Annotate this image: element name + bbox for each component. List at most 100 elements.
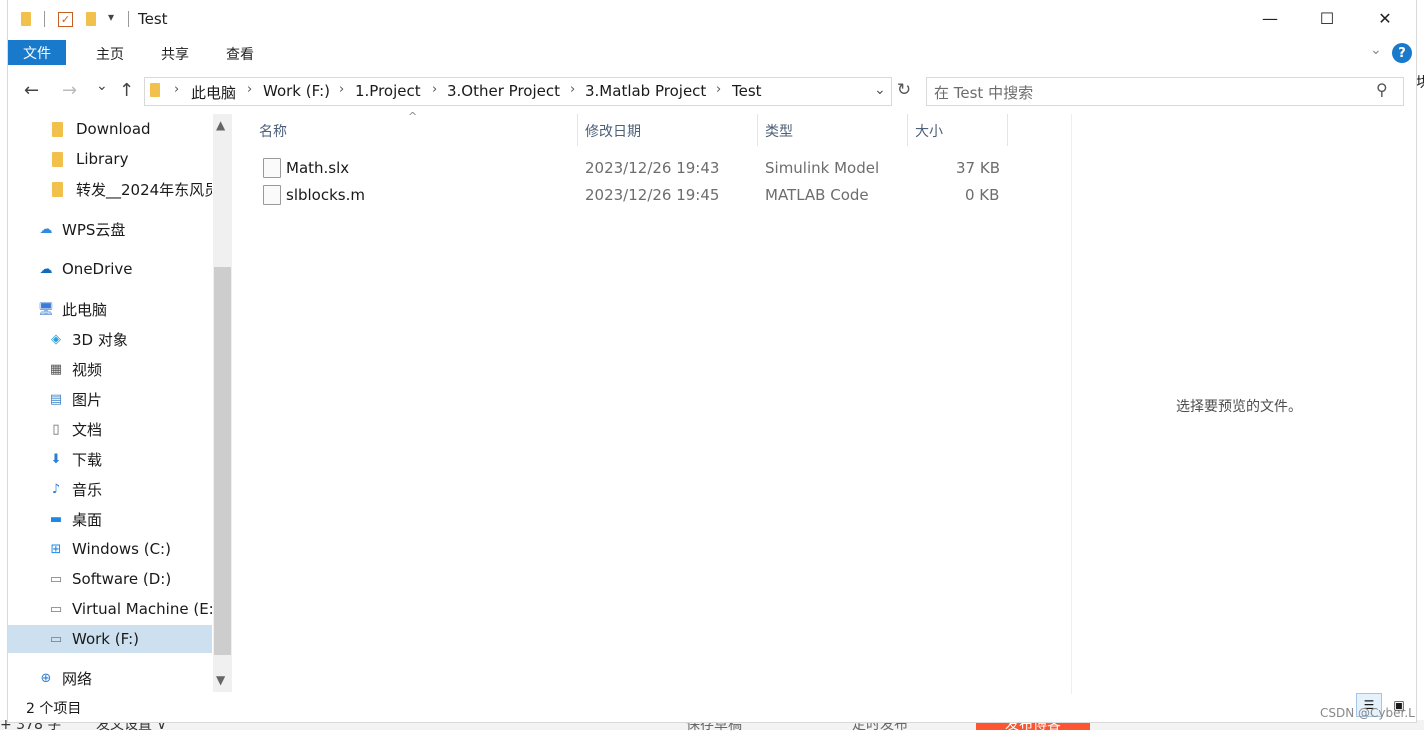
desktop-icon: ▬ — [49, 511, 63, 527]
divider — [128, 11, 129, 27]
matlab-file-icon — [263, 185, 281, 205]
folder-icon — [150, 83, 160, 97]
chevron-right-icon[interactable]: › — [716, 82, 721, 97]
divider — [44, 11, 45, 27]
breadcrumb-item[interactable]: 3.Matlab Project — [585, 82, 706, 100]
sidebar-item-music[interactable]: ♪ 音乐 — [8, 475, 212, 503]
sidebar-item-this-pc[interactable]: 🖥 此电脑 — [8, 295, 212, 323]
search-input[interactable]: 在 Test 中搜索 — [934, 82, 1033, 103]
scroll-down-icon[interactable]: ▼ — [216, 673, 225, 687]
breadcrumb-item[interactable]: 此电脑 — [191, 82, 236, 103]
file-size: 0 KB — [965, 186, 1000, 204]
drive-icon: ▭ — [49, 631, 63, 647]
expand-ribbon-icon[interactable]: ⌄ — [1370, 42, 1382, 58]
column-header-modified[interactable]: 修改日期 — [585, 121, 641, 141]
download-icon: ⬇ — [50, 451, 62, 467]
bg-right-edge: 垬 — [1416, 75, 1424, 91]
video-icon: ▦ — [49, 361, 63, 377]
file-name[interactable]: slblocks.m — [286, 186, 365, 204]
drive-icon: ▭ — [49, 571, 63, 587]
sidebar-item-documents[interactable]: ▯ 文档 — [8, 415, 212, 443]
watermark: CSDN @Cyber.L — [1320, 706, 1415, 720]
scroll-up-icon[interactable]: ▲ — [216, 118, 225, 132]
sidebar-item-desktop[interactable]: ▬ 桌面 — [8, 505, 212, 533]
tab-file[interactable]: 文件 — [8, 40, 66, 65]
drive-icon: ▭ — [49, 601, 63, 617]
address-dropdown-icon[interactable]: ⌄ — [874, 82, 886, 98]
sidebar-item-drive-e[interactable]: ▭ Virtual Machine (E:) — [8, 595, 212, 623]
document-icon: ▯ — [52, 421, 60, 437]
sidebar-item-videos[interactable]: ▦ 视频 — [8, 355, 212, 383]
back-button[interactable]: ← — [24, 80, 39, 101]
sidebar-item-wps-cloud[interactable]: ☁ WPS云盘 — [8, 215, 212, 243]
file-modified: 2023/12/26 19:43 — [585, 159, 720, 177]
tab-home[interactable]: 主页 — [96, 44, 124, 64]
breadcrumb-item[interactable]: 3.Other Project — [447, 82, 560, 100]
folder-icon — [52, 121, 63, 137]
sidebar-item-drive-c[interactable]: ⊞ Windows (C:) — [8, 535, 212, 563]
help-button[interactable]: ? — [1392, 43, 1412, 63]
simulink-file-icon — [263, 158, 281, 178]
cloud-icon: ☁ — [39, 221, 53, 237]
up-button[interactable]: ↑ — [119, 80, 134, 101]
tab-share[interactable]: 共享 — [161, 44, 189, 64]
chevron-right-icon[interactable]: › — [432, 82, 437, 97]
close-button[interactable]: ✕ — [1362, 0, 1408, 36]
file-size: 37 KB — [956, 159, 1000, 177]
column-divider[interactable] — [1007, 114, 1008, 146]
column-divider[interactable] — [907, 114, 908, 146]
file-modified: 2023/12/26 19:45 — [585, 186, 720, 204]
scrollbar-thumb[interactable] — [214, 267, 231, 655]
chevron-right-icon[interactable]: › — [247, 82, 252, 97]
customize-toolbar-icon[interactable]: ▾ — [108, 10, 114, 24]
sidebar-item-pictures[interactable]: ▤ 图片 — [8, 385, 212, 413]
window-title: Test — [138, 10, 168, 28]
file-type: Simulink Model — [765, 159, 880, 177]
column-header-size[interactable]: 大小 — [915, 121, 943, 141]
column-header-type[interactable]: 类型 — [765, 121, 793, 141]
sidebar-item-drive-d[interactable]: ▭ Software (D:) — [8, 565, 212, 593]
folder-icon — [21, 12, 31, 26]
sidebar-item-forward-folder[interactable]: 转发__2024年东风员 — [8, 175, 212, 203]
sidebar-item-downloads[interactable]: ⬇ 下载 — [8, 445, 212, 473]
cloud-icon: ☁ — [39, 261, 53, 277]
folder-icon — [52, 181, 63, 197]
search-icon[interactable]: ⚲ — [1376, 80, 1388, 99]
minimize-button[interactable]: — — [1247, 0, 1293, 36]
chevron-right-icon[interactable]: › — [570, 82, 575, 97]
properties-icon[interactable]: ✓ — [58, 12, 73, 27]
column-divider[interactable] — [757, 114, 758, 146]
file-name[interactable]: Math.slx — [286, 159, 349, 177]
new-folder-icon[interactable] — [86, 12, 96, 26]
preview-message: 选择要预览的文件。 — [1176, 399, 1302, 415]
sidebar-item-onedrive[interactable]: ☁ OneDrive — [8, 255, 212, 283]
sidebar-item-library[interactable]: Library — [8, 145, 212, 173]
preview-divider[interactable] — [1071, 114, 1072, 694]
breadcrumb-item[interactable]: 1.Project — [355, 82, 421, 100]
drive-icon: ⊞ — [50, 541, 62, 557]
maximize-button[interactable]: ☐ — [1304, 0, 1350, 36]
forward-button[interactable]: → — [62, 80, 77, 101]
tab-view[interactable]: 查看 — [226, 44, 254, 64]
network-icon: ⊕ — [40, 670, 52, 686]
computer-icon: 🖥 — [37, 301, 55, 317]
chevron-right-icon[interactable]: › — [339, 82, 344, 97]
breadcrumb-item[interactable]: Test — [732, 82, 762, 100]
picture-icon: ▤ — [49, 391, 63, 407]
recent-locations-button[interactable]: ⌄ — [96, 78, 108, 94]
sidebar-item-network[interactable]: ⊕ 网络 — [8, 664, 212, 692]
column-divider[interactable] — [577, 114, 578, 146]
sidebar-item-3d-objects[interactable]: ◈ 3D 对象 — [8, 325, 212, 353]
sidebar-item-drive-f[interactable]: ▭ Work (F:) — [8, 625, 212, 653]
sidebar-item-download[interactable]: Download — [8, 115, 212, 143]
chevron-right-icon[interactable]: › — [174, 82, 179, 97]
folder-icon — [52, 151, 63, 167]
cube-icon: ◈ — [51, 331, 61, 347]
status-item-count: 2 个项目 — [26, 701, 82, 717]
refresh-icon[interactable]: ↻ — [894, 80, 914, 102]
breadcrumb-item[interactable]: Work (F:) — [263, 82, 330, 100]
file-type: MATLAB Code — [765, 186, 869, 204]
music-icon: ♪ — [51, 481, 61, 497]
sort-ascending-icon: ^ — [408, 110, 418, 123]
column-header-name[interactable]: 名称 — [259, 121, 287, 141]
